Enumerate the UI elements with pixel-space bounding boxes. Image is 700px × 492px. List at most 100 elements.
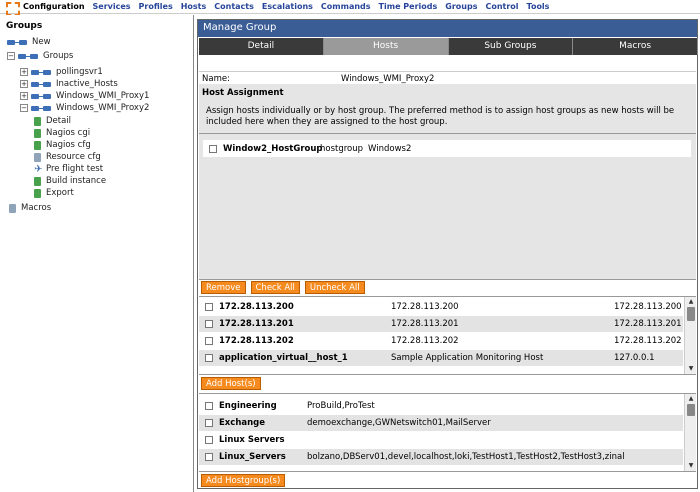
remove-button[interactable]: Remove <box>201 281 246 294</box>
tree-heading: Groups <box>6 21 43 31</box>
host-assignment-heading: Host Assignment <box>202 88 284 98</box>
assignment-actions: Remove Check All Uncheck All <box>201 281 365 295</box>
tree-groups-label: Groups <box>43 51 74 61</box>
row-checkbox[interactable] <box>205 303 213 311</box>
tree-sub-label: Resource cfg <box>46 152 101 162</box>
tree-item-windows-wmi-proxy2[interactable]: − Windows_WMI_Proxy2 <box>20 102 149 114</box>
hostgroup-members: bolzano,DBServ01,devel,localhost,loki,Te… <box>307 452 625 462</box>
tree-sub-nagios-cfg[interactable]: Nagios cfg <box>34 139 91 151</box>
menu-services[interactable]: Services <box>93 2 131 11</box>
hostgroups-scrollbar[interactable]: ▲ ▼ <box>684 394 696 471</box>
hostgroup-name: Linux Servers <box>219 435 285 445</box>
scroll-down-icon[interactable]: ▼ <box>687 365 695 373</box>
hosts-scrollbar[interactable]: ▲ ▼ <box>684 297 696 374</box>
host-name: 172.28.113.201 <box>219 319 294 329</box>
hostgroup-members: ProBuild,ProTest <box>307 401 375 411</box>
assigned-hostgroup-row: Window2_HostGroup hostgroup Windows2 <box>203 140 691 157</box>
network-icon <box>31 105 53 112</box>
check-all-button[interactable]: Check All <box>250 281 300 294</box>
row-checkbox[interactable] <box>209 144 217 153</box>
add-hostgroups-button[interactable]: Add Hostgroup(s) <box>201 474 286 487</box>
tree-item-windows-wmi-proxy1[interactable]: + Windows_WMI_Proxy1 <box>20 90 149 102</box>
expand-icon[interactable]: + <box>20 80 28 88</box>
tree-item-label: Windows_WMI_Proxy1 <box>56 91 150 101</box>
hostgroup-type: hostgroup <box>320 143 364 154</box>
scroll-up-icon[interactable]: ▲ <box>687 298 695 306</box>
uncheck-all-button[interactable]: Uncheck All <box>304 281 365 294</box>
tree-item-inactive-hosts[interactable]: + Inactive_Hosts <box>20 78 118 90</box>
tree-new-label: New <box>32 37 51 47</box>
app-logo-icon <box>6 1 20 16</box>
scroll-thumb[interactable] <box>687 404 695 416</box>
scroll-down-icon[interactable]: ▼ <box>687 462 695 470</box>
row-checkbox[interactable] <box>205 436 213 444</box>
menu-escalations[interactable]: Escalations <box>262 2 313 11</box>
tree-sub-resource-cfg[interactable]: Resource cfg <box>34 151 101 163</box>
hostgroup-value: Windows2 <box>368 143 412 154</box>
hostgroup-row: Engineering ProBuild,ProTest <box>199 398 683 414</box>
menu-configuration[interactable]: Configuration <box>23 2 85 11</box>
menu-contacts[interactable]: Contacts <box>214 2 254 11</box>
row-checkbox[interactable] <box>205 402 213 410</box>
groups-tree-panel: Groups New − Groups + pollingsvr1 + Inac… <box>0 15 194 492</box>
manage-group-panel: Manage Group Detail Hosts Sub Groups Mac… <box>197 19 698 489</box>
tree-sub-pre-flight-test[interactable]: ✈ Pre flight test <box>34 163 103 175</box>
row-checkbox[interactable] <box>205 337 213 345</box>
menu-tools[interactable]: Tools <box>527 2 550 11</box>
row-checkbox[interactable] <box>205 354 213 362</box>
row-checkbox[interactable] <box>205 453 213 461</box>
row-checkbox[interactable] <box>205 320 213 328</box>
hostgroup-row: Exchange demoexchange,GWNetswitch01,Mail… <box>199 415 683 431</box>
collapse-icon[interactable]: − <box>20 104 28 112</box>
tree-sub-label: Export <box>46 188 74 198</box>
network-icon <box>31 81 53 88</box>
panel-title: Manage Group <box>198 20 697 37</box>
host-alias: Sample Application Monitoring Host <box>391 353 544 363</box>
scroll-up-icon[interactable]: ▲ <box>687 395 695 403</box>
hostgroup-name: Exchange <box>219 418 266 428</box>
menu-profiles[interactable]: Profiles <box>139 2 173 11</box>
tree-sub-export[interactable]: Export <box>34 187 74 199</box>
tab-detail[interactable]: Detail <box>199 38 324 55</box>
tree-groups[interactable]: − Groups <box>7 50 73 62</box>
tab-hosts[interactable]: Hosts <box>323 38 449 55</box>
tree-sub-build-instance[interactable]: Build instance <box>34 175 106 187</box>
menu-groups[interactable]: Groups <box>445 2 477 11</box>
menu-commands[interactable]: Commands <box>321 2 371 11</box>
tree-sub-label: Pre flight test <box>46 164 104 174</box>
hostgroup-name: Engineering <box>219 401 277 411</box>
tree-item-pollingsvr1[interactable]: + pollingsvr1 <box>20 66 103 78</box>
main-menu: Configuration Services Profiles Hosts Co… <box>23 2 557 11</box>
menu-time-periods[interactable]: Time Periods <box>379 2 438 11</box>
row-checkbox[interactable] <box>205 419 213 427</box>
tree-item-label: pollingsvr1 <box>56 67 103 77</box>
plane-icon: ✈ <box>34 163 43 175</box>
tree-sub-nagios-cgi[interactable]: Nagios cgi <box>34 127 90 139</box>
expand-icon[interactable]: + <box>20 68 28 76</box>
page-icon <box>34 140 41 150</box>
name-value: Windows_WMI_Proxy2 <box>341 74 435 84</box>
hostgroups-list: Engineering ProBuild,ProTest Exchange de… <box>199 393 696 472</box>
tree-new[interactable]: New <box>7 36 51 48</box>
add-hosts-button[interactable]: Add Host(s) <box>201 377 261 390</box>
tree-macros[interactable]: Macros <box>9 202 51 214</box>
network-icon <box>31 69 53 76</box>
tree-sub-label: Nagios cfg <box>46 140 91 150</box>
network-icon <box>31 93 53 100</box>
tab-macros[interactable]: Macros <box>573 38 698 55</box>
host-address: 172.28.113.202 <box>614 336 682 346</box>
tree-sub-detail[interactable]: Detail <box>34 115 71 127</box>
assigned-hostgroups-panel: Window2_HostGroup hostgroup Windows2 <box>199 134 696 280</box>
menu-hosts[interactable]: Hosts <box>181 2 207 11</box>
host-assignment-description: Assign hosts individually or by host gro… <box>206 106 675 127</box>
host-name: 172.28.113.200 <box>219 302 294 312</box>
menu-control[interactable]: Control <box>485 2 518 11</box>
host-name: application_virtual__host_1 <box>219 353 348 363</box>
host-row: 172.28.113.201 172.28.113.201 172.28.113… <box>199 316 683 332</box>
tab-sub-groups[interactable]: Sub Groups <box>448 38 574 55</box>
host-row: 172.28.113.200 172.28.113.200 172.28.113… <box>199 299 683 315</box>
collapse-icon[interactable]: − <box>7 52 15 60</box>
expand-icon[interactable]: + <box>20 92 28 100</box>
hostgroup-members: demoexchange,GWNetswitch01,MailServer <box>307 418 491 428</box>
scroll-thumb[interactable] <box>687 307 695 321</box>
